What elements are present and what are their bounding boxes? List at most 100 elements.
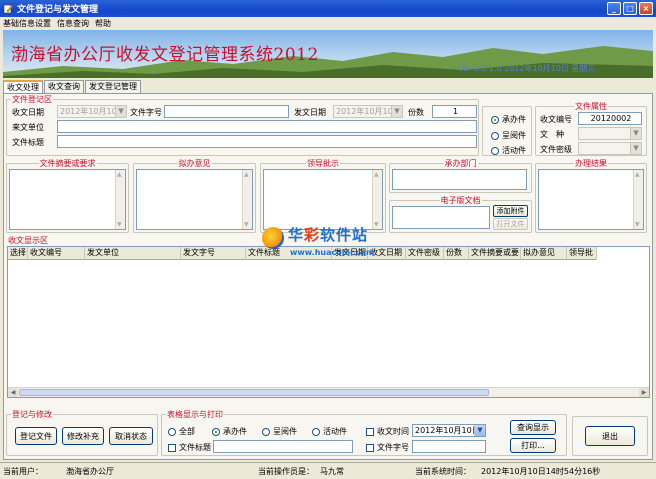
dept-textarea[interactable]	[392, 169, 527, 190]
open-file-button[interactable]: 打开文件	[493, 218, 528, 230]
secret-label: 文件密级	[540, 145, 572, 154]
col-docno[interactable]: 发文字号	[181, 247, 246, 260]
banner-title: 渤海省办公厅收发文登记管理系统2012	[11, 45, 319, 65]
modify-button[interactable]: 修改补充	[62, 427, 104, 445]
summary-group: 文件摘要或要求	[6, 158, 129, 233]
menu-basic-settings[interactable]: 基础信息设置	[3, 18, 51, 29]
result-scrollbar[interactable]	[633, 170, 643, 229]
col-secret[interactable]: 文件密级	[406, 247, 444, 260]
print-title-input[interactable]	[213, 440, 353, 453]
serial-input[interactable]: 20120002	[578, 112, 642, 125]
edit-group: 登记与修改 登记文件 修改补充 取消状态	[6, 409, 158, 456]
status-user-value: 渤海省办公厅	[66, 467, 114, 476]
tab-issue-manage[interactable]: 发文登记管理	[85, 80, 141, 93]
edoc-label: 电子版文档	[439, 195, 482, 206]
menu-help[interactable]: 帮助	[95, 18, 111, 29]
radio-handle[interactable]: 承办件	[491, 114, 526, 125]
scroll-thumb[interactable]	[19, 389, 489, 396]
add-attachment-button[interactable]: 添加附件	[493, 205, 528, 217]
leader-textarea[interactable]	[263, 169, 383, 230]
records-grid[interactable]: 选择 收文编号 发文单位 发文字号 文件标题 发文日期 收文日期 文件密级 份数…	[7, 246, 650, 398]
menu-query[interactable]: 信息查询	[57, 18, 89, 29]
copies-label: 份数	[408, 108, 424, 117]
print-radio-review[interactable]: 呈阅件	[262, 426, 297, 437]
dept-group: 承办部门	[389, 158, 532, 193]
time-date-picker[interactable]: 2012年10月10日 ▼	[412, 424, 486, 437]
opinion-textarea[interactable]	[136, 169, 253, 230]
time-checkbox[interactable]: 收文时间	[366, 426, 409, 437]
query-display-button[interactable]: 查询显示	[510, 420, 556, 435]
col-summary[interactable]: 文件摘要或要	[469, 247, 521, 260]
tab-receive[interactable]: 收文处理	[3, 80, 43, 94]
print-radio-activity[interactable]: 活动件	[312, 426, 347, 437]
print-group-label: 表格显示与打印	[166, 409, 224, 420]
scroll-right-icon[interactable]: ▶	[639, 388, 649, 397]
receive-date-label: 收文日期	[12, 108, 44, 117]
col-serial[interactable]: 收文编号	[28, 247, 85, 260]
exit-button[interactable]: 退出	[585, 426, 635, 446]
status-operator-value: 马九常	[320, 467, 344, 476]
result-label: 办理结果	[574, 158, 608, 169]
leader-group: 领导批示	[260, 158, 386, 233]
opinion-group: 拟办意见	[133, 158, 256, 233]
print-radio-handle[interactable]: 承办件	[212, 426, 247, 437]
leader-label: 领导批示	[306, 158, 340, 169]
status-time-value: 2012年10月10日14时54分16秒	[481, 467, 601, 476]
cancel-state-button[interactable]: 取消状态	[109, 427, 153, 445]
subject-input[interactable]	[57, 135, 477, 148]
menu-bar: 基础信息设置 信息查询 帮助	[0, 17, 656, 30]
issue-date-picker[interactable]: 2012年10月10日 ▼	[333, 105, 403, 118]
title-checkbox[interactable]: 文件标题	[168, 442, 211, 453]
status-user-label: 当前用户：	[3, 467, 43, 476]
receive-date-picker[interactable]: 2012年10月10日 ▼	[57, 105, 127, 118]
leader-scrollbar[interactable]	[372, 170, 382, 229]
register-group: 文件登记区 收文日期 2012年10月10日 ▼ 文件字号 发文日期 2012年1…	[6, 94, 479, 156]
register-file-button[interactable]: 登记文件	[15, 427, 57, 445]
window-title: 文件登记与发文管理	[17, 5, 99, 15]
doc-no-label: 文件字号	[130, 108, 162, 117]
opinion-scrollbar[interactable]	[242, 170, 252, 229]
result-group: 办理结果	[535, 158, 647, 233]
register-group-label: 文件登记区	[11, 94, 53, 105]
result-textarea[interactable]	[538, 169, 644, 230]
copies-input[interactable]: 1	[432, 105, 477, 118]
header-banner: 渤海省办公厅收发文登记管理系统2012 Ver 1.0.1.0 2012年10月…	[3, 30, 653, 78]
pencil-doc-icon	[3, 3, 14, 14]
radio-review[interactable]: 呈阅件	[491, 130, 526, 141]
watermark-logo-icon	[262, 227, 284, 249]
summary-label: 文件摘要或要求	[38, 158, 97, 169]
unit-input[interactable]	[57, 120, 477, 133]
summary-textarea[interactable]	[9, 169, 126, 230]
doc-no-input[interactable]	[164, 105, 289, 118]
print-docno-input[interactable]	[412, 440, 486, 453]
secret-select[interactable]: ▼	[578, 142, 642, 155]
title-bar[interactable]: 文件登记与发文管理 _ □ ×	[0, 0, 656, 17]
unit-label: 来文单位	[12, 123, 44, 132]
col-copies[interactable]: 份数	[444, 247, 469, 260]
scroll-left-icon[interactable]: ◀	[8, 388, 18, 397]
edit-group-label: 登记与修改	[11, 409, 53, 420]
print-radio-all[interactable]: 全部	[168, 426, 195, 437]
kind-label: 文 种	[540, 130, 564, 139]
status-operator-label: 当前操作员是：	[258, 467, 314, 476]
col-issuer[interactable]: 发文单位	[85, 247, 181, 260]
radio-activity[interactable]: 活动件	[491, 145, 526, 156]
maximize-icon[interactable]: □	[623, 2, 637, 15]
kind-select[interactable]: ▼	[578, 127, 642, 140]
close-icon[interactable]: ×	[639, 2, 653, 15]
summary-scrollbar[interactable]	[115, 170, 125, 229]
status-bar: 当前用户： 渤海省办公厅 当前操作员是： 马九常 当前系统时间： 2012年10…	[0, 462, 656, 479]
col-leader[interactable]: 领导批	[567, 247, 597, 260]
watermark-url: www.huacolor.com	[290, 248, 375, 257]
print-button[interactable]: 打印...	[510, 438, 556, 453]
minimize-icon[interactable]: _	[607, 2, 621, 15]
edoc-textarea[interactable]	[392, 206, 490, 229]
docno-checkbox[interactable]: 文件字号	[366, 442, 409, 453]
serial-label: 收文编号	[540, 115, 572, 124]
watermark: 华彩软件站 www.huacolor.com	[262, 224, 402, 264]
tab-receive-query[interactable]: 收文查询	[44, 80, 84, 93]
col-select[interactable]: 选择	[8, 247, 28, 260]
col-opinion[interactable]: 拟办意见	[521, 247, 567, 260]
issue-date-label: 发文日期	[294, 108, 326, 117]
grid-hscrollbar[interactable]: ◀ ▶	[8, 387, 649, 397]
